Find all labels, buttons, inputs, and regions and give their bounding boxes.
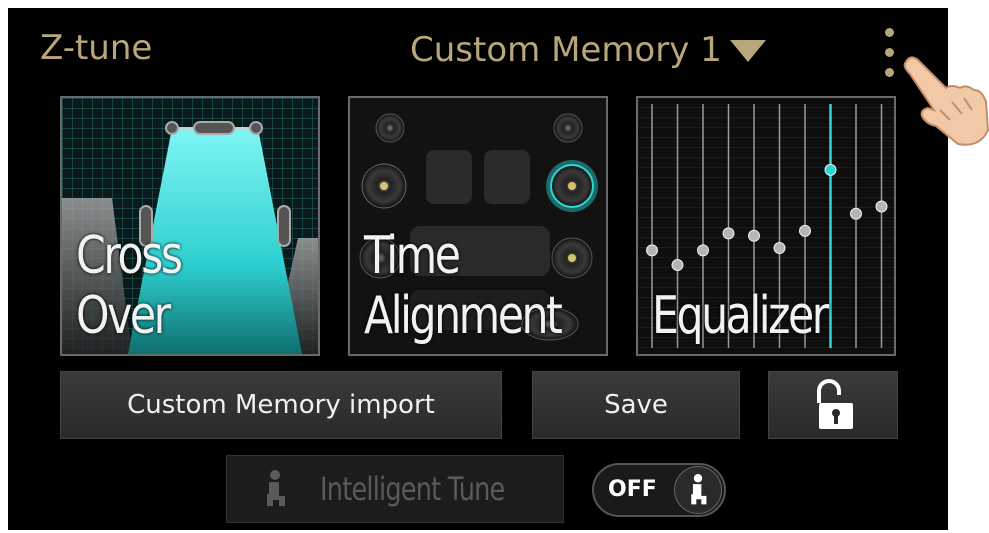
eq-band-knob: [646, 244, 658, 257]
lock-button[interactable]: [768, 371, 898, 439]
tile-label-line: Cross: [76, 226, 183, 286]
intelligent-tune-label: Intelligent Tune: [319, 470, 505, 508]
app-screen: Z-tune Custom Memory 1 Cross Over Time A…: [8, 8, 948, 530]
eq-band-knob: [773, 241, 786, 254]
save-button[interactable]: Save: [532, 371, 740, 439]
toggle-knob: [674, 466, 722, 514]
tile-equalizer[interactable]: Equalizer: [636, 96, 896, 356]
memory-dropdown[interactable]: Custom Memory 1: [410, 26, 766, 74]
eq-band-knob: [722, 227, 735, 240]
eq-band-knob: [799, 224, 811, 237]
intelligent-tune-button[interactable]: Intelligent Tune: [226, 455, 564, 523]
eq-band-knob: [671, 259, 684, 272]
app-title: Z-tune: [40, 28, 153, 68]
more-menu-button[interactable]: [876, 22, 902, 82]
toggle-off-label: OFF: [608, 477, 657, 502]
memory-dropdown-label: Custom Memory 1: [410, 30, 722, 70]
person-seat-icon: [266, 470, 285, 506]
tile-crossover[interactable]: Cross Over: [60, 96, 320, 356]
eq-band-knob: [824, 163, 837, 176]
tile-equalizer-label: Equalizer: [652, 286, 829, 346]
tile-label-line: Alignment: [364, 286, 563, 346]
person-seat-icon: [691, 474, 707, 505]
intelligent-tune-toggle[interactable]: OFF: [592, 463, 726, 517]
eq-band-knob: [850, 207, 862, 220]
eq-band-knob: [697, 244, 709, 257]
eq-band-knob: [875, 200, 888, 213]
tile-time-alignment-label: Time Alignment: [364, 226, 563, 346]
tapping-hand-icon: [903, 56, 989, 146]
tile-label-line: Over: [76, 286, 171, 346]
eq-band-knob: [748, 229, 760, 242]
tile-time-alignment[interactable]: Time Alignment: [348, 96, 608, 356]
menu-dot-icon: [884, 67, 894, 77]
tile-crossover-label: Cross Over: [76, 226, 183, 346]
custom-memory-import-button[interactable]: Custom Memory import: [60, 371, 502, 439]
menu-dot-icon: [884, 27, 894, 37]
menu-dot-icon: [884, 47, 894, 57]
tile-label-line: Time: [364, 226, 461, 286]
triangle-down-icon: [729, 40, 766, 62]
unlocked-padlock-icon: [817, 379, 853, 429]
